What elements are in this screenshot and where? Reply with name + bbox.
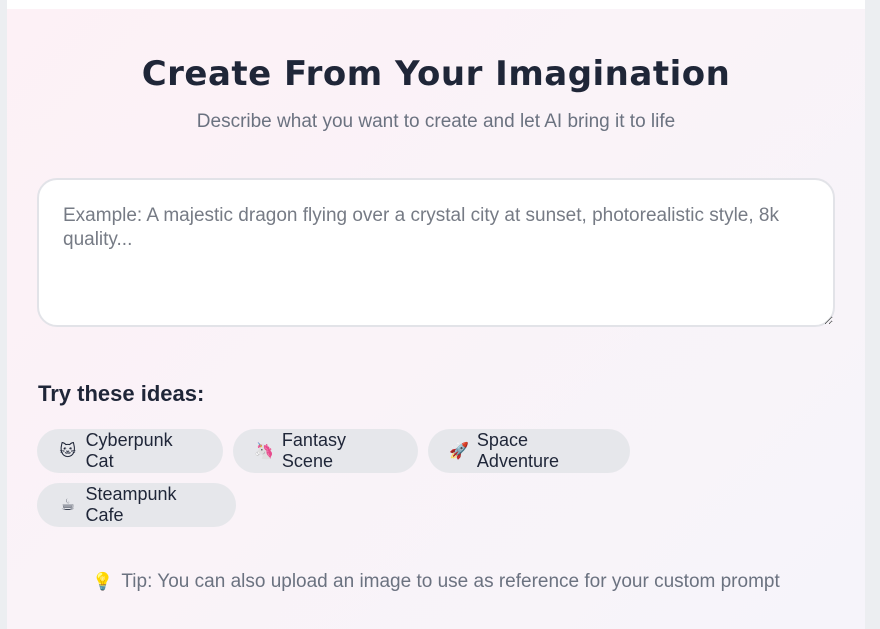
idea-chip-cyberpunk-cat[interactable]: 🐱 Cyberpunk Cat [37, 429, 223, 473]
prompt-input[interactable] [37, 178, 835, 327]
cat-face-icon: 🐱 [59, 443, 77, 460]
tip-text: Tip: You can also upload an image to use… [121, 571, 780, 592]
rocket-icon: 🚀 [449, 443, 469, 460]
unicorn-icon: 🦄 [254, 443, 274, 460]
top-bar [7, 0, 865, 9]
idea-chip-label: Fantasy Scene [281, 430, 346, 471]
tip-text-row: 💡 Tip: You can also upload an image to us… [7, 571, 865, 593]
idea-chip-space-adventure[interactable]: 🚀 Space Adventure [428, 429, 630, 473]
page-title: Create From Your Imagination [141, 54, 731, 94]
page-subtitle: Describe what you want to create and let… [196, 111, 676, 132]
idea-chip-steampunk-cafe[interactable]: ☕ Steampunk Cafe [37, 483, 236, 527]
idea-chip-label: Cyberpunk Cat [85, 430, 173, 471]
create-panel: Create From Your Imagination Describe wh… [7, 9, 865, 629]
lightbulb-icon: 💡 [92, 572, 114, 591]
idea-chip-label: Space Adventure [476, 430, 559, 471]
idea-chip-label: Steampunk Cafe [85, 484, 177, 525]
ideas-heading: Try these ideas: [38, 381, 205, 406]
coffee-icon: ☕ [60, 497, 75, 514]
idea-chip-fantasy-scene[interactable]: 🦄 Fantasy Scene [233, 429, 418, 473]
